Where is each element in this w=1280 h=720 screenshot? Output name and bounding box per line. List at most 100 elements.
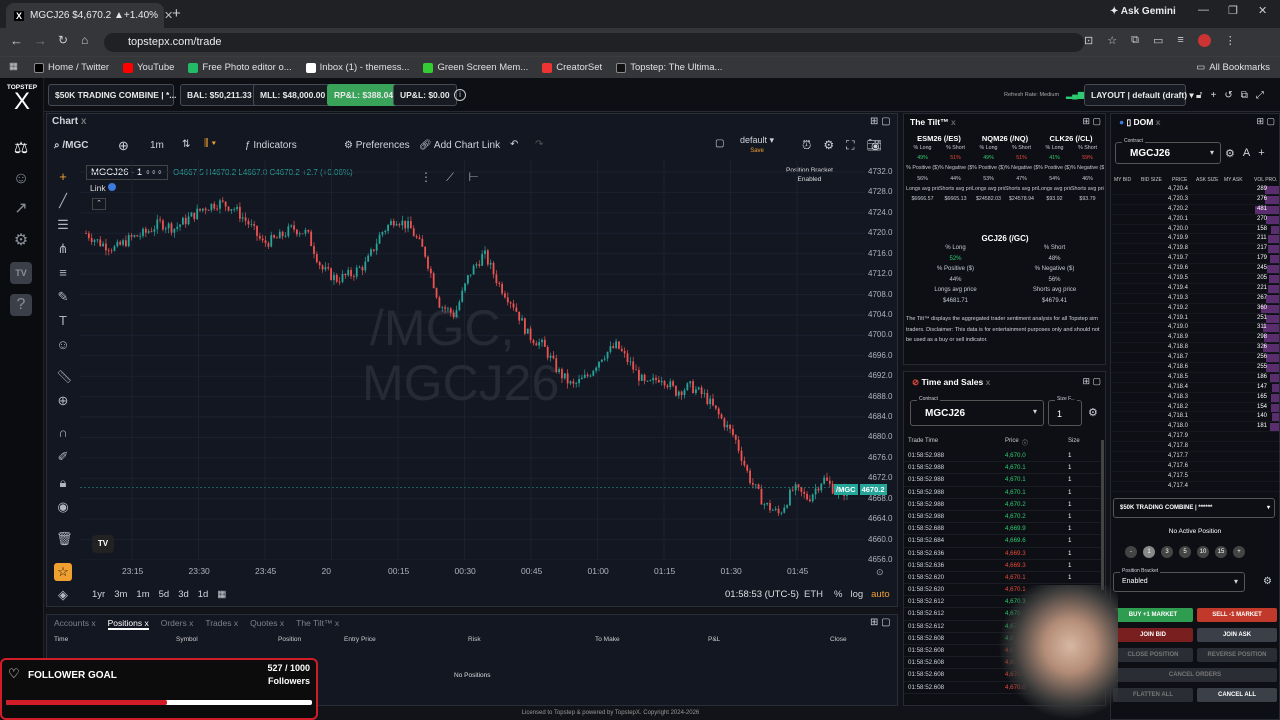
bracket-select[interactable]: Position Bracket Enabled ▾ bbox=[1113, 568, 1245, 592]
auto-scale[interactable]: auto bbox=[871, 589, 890, 600]
bookmark-twitter[interactable]: Home / Twitter bbox=[34, 62, 109, 73]
dom-row[interactable]: 4,717.9 bbox=[1111, 432, 1279, 443]
bracket-settings-icon[interactable]: ⚙ bbox=[1263, 576, 1272, 587]
tns-scrollbar[interactable] bbox=[1101, 440, 1104, 590]
qty-button[interactable]: 15 bbox=[1215, 546, 1227, 558]
tilt-title[interactable]: The Tilt™ x bbox=[910, 117, 956, 127]
trash-icon[interactable]: 🗑︎ bbox=[56, 532, 73, 546]
dom-row[interactable]: 4,718.6 255 bbox=[1111, 363, 1279, 373]
all-bookmarks[interactable]: ▭ All Bookmarks bbox=[1196, 62, 1270, 73]
menu-lines-icon[interactable]: ≡ bbox=[1177, 34, 1183, 47]
preferences-button[interactable]: ⚙ Preferences bbox=[344, 140, 410, 151]
qty-button[interactable]: - bbox=[1125, 546, 1137, 558]
price-plot[interactable]: /MGC, MGCJ26 bbox=[80, 160, 865, 561]
range-5d[interactable]: 5d bbox=[159, 589, 170, 600]
dom-row[interactable]: 4,718.3 165 bbox=[1111, 393, 1279, 403]
dom-row[interactable]: 4,717.4 bbox=[1111, 482, 1279, 492]
session-button[interactable]: ETH bbox=[804, 589, 823, 600]
percent-scale[interactable]: % bbox=[834, 589, 842, 600]
ruler-icon[interactable]: 📏︎ bbox=[56, 370, 73, 384]
fullscreen-icon[interactable]: ⤢ bbox=[1256, 90, 1264, 101]
dom-row[interactable]: 4,717.5 bbox=[1111, 472, 1279, 482]
trade-icon[interactable]: ⚖ bbox=[10, 138, 32, 160]
tab-quotes[interactable]: Quotes x bbox=[250, 618, 284, 630]
settings-icon[interactable]: ⚙ bbox=[10, 230, 32, 252]
dom-row[interactable]: 4,719.3 267 bbox=[1111, 294, 1279, 304]
community-icon[interactable]: ☺ bbox=[10, 168, 32, 190]
reverse-position-button[interactable]: REVERSE POSITION bbox=[1197, 648, 1277, 662]
reload-icon[interactable]: ↻ bbox=[58, 33, 68, 47]
dom-row[interactable]: 4,718.4 147 bbox=[1111, 383, 1279, 393]
dom-row[interactable]: 4,718.9 298 bbox=[1111, 333, 1279, 344]
forward-icon[interactable]: → bbox=[34, 33, 47, 48]
goto-realtime-icon[interactable]: ⊙ bbox=[876, 567, 884, 578]
dom-title[interactable]: ● ▯ DOM x bbox=[1119, 117, 1161, 128]
tns-contract-select[interactable]: Contract MGCJ26 ▾ bbox=[910, 396, 1044, 426]
text-icon[interactable]: T bbox=[56, 314, 70, 328]
browser-tab[interactable]: X MGCJ26 $4,670.2 ▲+1.40% ✕ bbox=[6, 3, 173, 28]
compare-icon[interactable]: ⇅ bbox=[182, 139, 190, 150]
symbol-search[interactable]: ⌕ /MGC bbox=[54, 140, 89, 151]
add-icon[interactable]: + bbox=[1210, 90, 1216, 101]
home-icon[interactable]: ⌂ bbox=[81, 33, 88, 47]
tns-settings-icon[interactable]: ⚙ bbox=[1088, 406, 1098, 419]
font-size-icon[interactable]: A bbox=[1243, 147, 1250, 160]
add-symbol-icon[interactable]: ⊕ bbox=[118, 138, 129, 154]
dom-settings-icon[interactable]: ⚙ bbox=[1225, 147, 1235, 160]
maximize-icon[interactable]: ❐ bbox=[1228, 4, 1238, 17]
time-axis[interactable]: 23:15 23:30 23:45 20 00:15 00:30 00:45 01:00 01:… bbox=[80, 566, 865, 578]
dom-contract-select[interactable]: Contract MGCJ26 ▾ bbox=[1115, 138, 1221, 164]
url-field[interactable]: topstepx.com/trade bbox=[104, 33, 1084, 52]
range-1yr[interactable]: 1yr bbox=[92, 589, 105, 600]
undo-icon[interactable]: ↺ bbox=[1224, 90, 1232, 101]
tab-orders[interactable]: Orders x bbox=[161, 618, 194, 630]
pitchfork-icon[interactable]: ⋔ bbox=[56, 242, 70, 256]
expand-icon[interactable]: ⛶ bbox=[846, 138, 854, 153]
pencil-lock-icon[interactable]: ✐ bbox=[56, 450, 70, 464]
dom-row[interactable]: 4,719.0 311 bbox=[1111, 323, 1279, 334]
dom-row[interactable]: 4,719.1 251 bbox=[1111, 314, 1279, 324]
dom-row[interactable]: 4,719.7 179 bbox=[1111, 254, 1279, 265]
horizontal-lines-icon[interactable]: ☰ bbox=[56, 218, 70, 232]
star-icon[interactable]: ☆ bbox=[1107, 34, 1117, 47]
tab-trades[interactable]: Trades x bbox=[205, 618, 238, 630]
copy-icon[interactable]: ⧉ bbox=[1241, 90, 1248, 101]
brush-icon[interactable]: ✎ bbox=[56, 290, 70, 304]
chart-tab[interactable]: Chart x bbox=[52, 116, 86, 127]
dom-row[interactable]: 4,719.9 211 bbox=[1111, 234, 1279, 245]
cancel-orders-button[interactable]: CANCEL ORDERS bbox=[1113, 668, 1277, 682]
cancel-all-button[interactable]: CANCEL ALL bbox=[1197, 688, 1277, 702]
add-chart-link-button[interactable]: 🔗︎ Add Chart Link bbox=[419, 140, 500, 151]
eye-icon[interactable]: ◉ bbox=[56, 500, 70, 514]
buy-market-button[interactable]: BUY +1 MARKET bbox=[1113, 608, 1193, 622]
range-3d[interactable]: 3d bbox=[178, 589, 189, 600]
minimize-icon[interactable]: — bbox=[1198, 4, 1209, 16]
dom-ladder[interactable]: 4,720.4 289 4,720.3 276 4,720.2 481 4,720.1 270… bbox=[1111, 185, 1279, 493]
new-tab-button[interactable]: + bbox=[172, 5, 181, 22]
emoji-icon[interactable]: ☺ bbox=[56, 338, 70, 352]
dom-row[interactable]: 4,720.4 289 bbox=[1111, 185, 1279, 195]
dom-row[interactable]: 4,719.6 245 bbox=[1111, 264, 1279, 275]
range-1d[interactable]: 1d bbox=[198, 589, 209, 600]
join-bid-button[interactable]: JOIN BID bbox=[1113, 628, 1193, 642]
lock-drawings-icon[interactable]: 🔒︎ bbox=[56, 476, 70, 490]
layout-selector[interactable]: LAYOUT | default (draft) ▾ bbox=[1084, 84, 1194, 106]
qty-button[interactable]: 3 bbox=[1161, 546, 1173, 558]
ask-gemini-button[interactable]: ✦ Ask Gemini bbox=[1110, 6, 1176, 17]
tv-icon[interactable]: TV bbox=[10, 262, 32, 284]
dom-row[interactable]: 4,717.7 bbox=[1111, 452, 1279, 462]
redo-chart-icon[interactable]: ↷ bbox=[535, 139, 543, 150]
dom-row[interactable]: 4,718.7 256 bbox=[1111, 353, 1279, 364]
interval-button[interactable]: 1m bbox=[150, 140, 164, 151]
tab-tilt[interactable]: The Tilt™ x bbox=[296, 618, 339, 630]
profile-avatar[interactable] bbox=[1197, 34, 1211, 47]
dom-row[interactable]: 4,720.2 481 bbox=[1111, 205, 1279, 215]
bookmark-topstep[interactable]: Topstep: The Ultima... bbox=[616, 62, 722, 73]
trendline-icon[interactable]: ╱ bbox=[56, 194, 70, 208]
qty-button[interactable]: + bbox=[1233, 546, 1245, 558]
dom-row[interactable]: 4,719.5 205 bbox=[1111, 274, 1279, 284]
range-3m[interactable]: 3m bbox=[114, 589, 127, 600]
dom-row[interactable]: 4,717.8 bbox=[1111, 442, 1279, 453]
dom-row[interactable]: 4,719.4 221 bbox=[1111, 284, 1279, 294]
dom-row[interactable]: 4,720.0 158 bbox=[1111, 225, 1279, 235]
